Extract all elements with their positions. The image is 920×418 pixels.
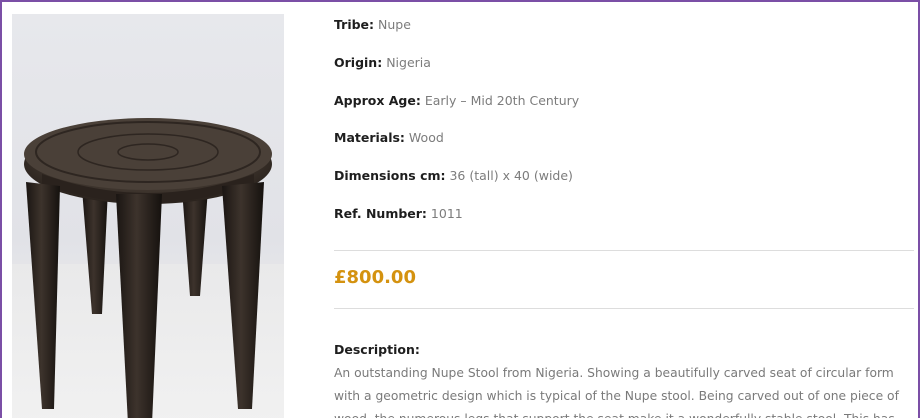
spec-origin: Origin: Nigeria [334,55,431,70]
spec-tribe: Tribe: Nupe [334,17,411,32]
spec-label: Tribe: [334,17,375,32]
spec-label: Origin: [334,55,383,70]
product-price: £800.00 [334,267,416,288]
product-image[interactable] [12,14,284,418]
spec-value: 1011 [430,206,463,221]
spec-label: Materials: [334,130,405,145]
spec-value: 36 (tall) x 40 (wide) [449,168,573,183]
spec-label: Dimensions cm: [334,168,446,183]
description-text: An outstanding Nupe Stool from Nigeria. … [334,366,899,418]
spec-dimensions: Dimensions cm: 36 (tall) x 40 (wide) [334,168,573,183]
divider [334,308,914,309]
spec-ref-number: Ref. Number: 1011 [334,206,463,221]
spec-label: Ref. Number: [334,206,427,221]
stool-illustration [12,118,284,418]
spec-value: Early – Mid 20th Century [424,93,580,108]
spec-label: Approx Age: [334,93,421,108]
spec-value: Wood [408,130,444,145]
spec-approx-age: Approx Age: Early – Mid 20th Century [334,93,579,108]
spec-value: Nupe [378,17,411,32]
product-details: Tribe: Nupe Origin: Nigeria Approx Age: … [334,2,918,418]
divider [334,250,914,251]
spec-value: Nigeria [386,55,431,70]
spec-materials: Materials: Wood [334,130,444,145]
description-heading: Description: [334,342,420,357]
page-frame: Tribe: Nupe Origin: Nigeria Approx Age: … [0,0,920,418]
